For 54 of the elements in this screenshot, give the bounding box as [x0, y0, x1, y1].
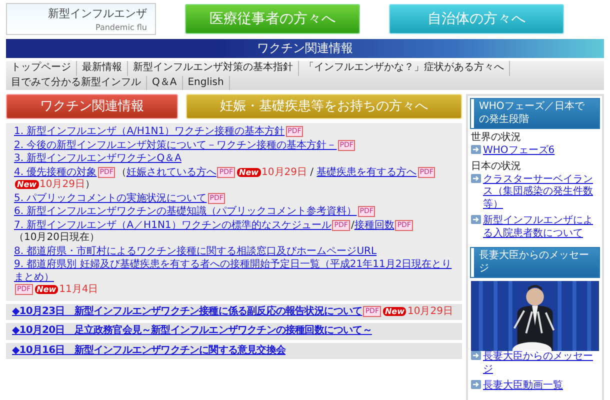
page-title-bar: ワクチン関連情報	[6, 39, 604, 58]
arrow-icon	[471, 174, 481, 182]
document-link[interactable]: 9. 都道府県別 妊婦及び基礎疾患を有する者への接種開始予定日一覧（平成21年11月2日現在とりまとめ）	[14, 259, 454, 284]
document-link[interactable]: 基礎疾患を有する方へ	[316, 166, 417, 179]
nav-link[interactable]: 新型インフルエンザ対策の基本指針	[128, 61, 299, 76]
document-link[interactable]: ◆10月20日 足立政務官会見～新型インフルエンザワクチンの接種回数について～	[12, 325, 372, 338]
nav-link[interactable]: 「インフルエンザかな？」症状がある方々へ	[299, 61, 510, 76]
arrow-icon	[471, 380, 481, 389]
sidebar-link[interactable]: 長妻大臣動画一覧	[483, 380, 597, 392]
sidebar-link[interactable]: WHOフェーズ6	[483, 144, 597, 157]
update-date: 10月29日	[262, 166, 307, 178]
update-date: 11月4日	[59, 284, 98, 295]
update-date: 10月29日	[40, 179, 85, 190]
status-label: 日本の状況	[471, 161, 522, 174]
nav-link[interactable]: Q＆A	[147, 76, 183, 90]
document-link[interactable]: 1. 新型インフルエンザ（A/H1N1）ワクチン接種の基本方針	[14, 126, 285, 138]
arrow-icon	[471, 215, 481, 224]
document-link[interactable]: 2. 今後の新型インフルエンザ対策について－ワクチン接種の基本方針－	[14, 140, 337, 152]
nav-link[interactable]: English	[182, 76, 230, 90]
document-link[interactable]: 3. 新型インフルエンザワクチンQ＆A	[14, 153, 182, 166]
logo-badge[interactable]: 新型インフルエンザ Pandemic flu	[6, 3, 156, 35]
document-link[interactable]: ◆10月23日 新型インフルエンザワクチン接種に係る副反応の報告状況について	[12, 306, 362, 318]
document-link[interactable]: 6. 新型インフルエンザワクチンの基礎知識（パブリックコメント参考資料）	[14, 206, 357, 218]
document-link[interactable]: 接種回数	[354, 220, 394, 232]
new-badge: New	[34, 285, 58, 294]
sidebar-heading: WHOフェーズ／日本での発生段階	[471, 99, 599, 128]
nav-link[interactable]: 最新情報	[77, 61, 128, 76]
document-link[interactable]: 7. 新型インフルエンザ（A／H1N1）ワクチンの標準的なスケジュール	[14, 220, 332, 232]
document-link[interactable]: 4. 優先接種の対象	[14, 166, 97, 179]
nav-link[interactable]: 目でみて分かる新型インフル	[6, 76, 147, 90]
arrow-icon	[471, 144, 481, 154]
document-link[interactable]: 5. パブリックコメントの実施状況について	[14, 192, 207, 205]
nav-link[interactable]: トップページ	[6, 61, 77, 76]
update-date: 10月29日	[407, 306, 453, 316]
document-link[interactable]: ◆10月16日 新型インフルエンザワクチンに関する意見交換会	[12, 344, 286, 357]
logo-subtitle: Pandemic flu	[95, 22, 147, 32]
separator-text: ）	[84, 179, 95, 190]
sidebar-link[interactable]: 長妻大臣からのメッセージ	[483, 351, 597, 376]
new-badge: New	[382, 306, 406, 316]
new-badge: New	[237, 168, 261, 176]
document-link[interactable]: 妊娠されている方へ	[126, 166, 216, 179]
separator-text: （	[116, 166, 126, 178]
new-badge: New	[15, 180, 39, 189]
document-link[interactable]: 8. 都道府県・市町村によるワクチン接種に関する相談窓口及びホームページURL	[14, 246, 377, 258]
sidebar-heading: 長妻大臣からのメッセージ	[471, 248, 599, 277]
section-button[interactable]: ワクチン関連情報	[6, 94, 178, 119]
sidebar-link[interactable]: クラスターサーベイランス（集団感染の発生件数等）	[483, 174, 597, 211]
separator-text: /	[309, 166, 315, 178]
sidebar-link[interactable]: 新型インフルエンザによる入院患者数について	[483, 215, 597, 240]
separator-text: /	[350, 220, 354, 230]
separator-text: （10月20日現在）	[14, 232, 100, 243]
logo-title: 新型インフルエンザ	[48, 7, 147, 21]
status-label: 世界の状況	[471, 132, 522, 144]
arrow-icon	[471, 351, 481, 360]
